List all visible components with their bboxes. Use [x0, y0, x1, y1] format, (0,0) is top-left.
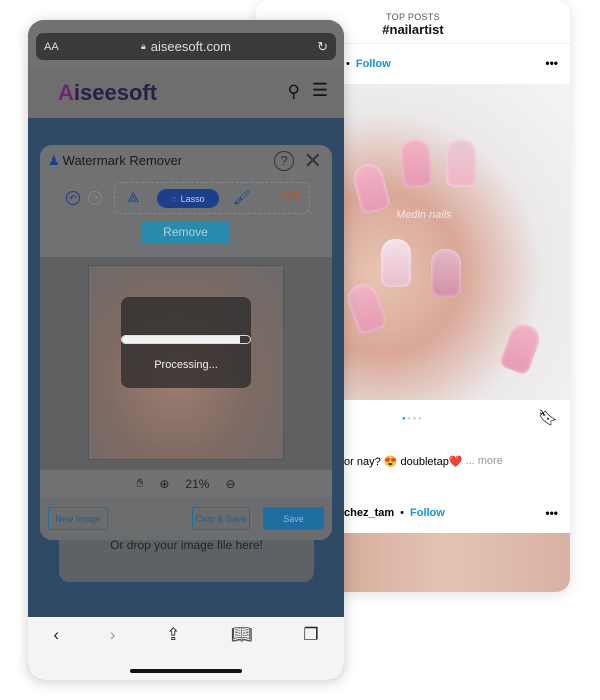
username[interactable]: chez_tam	[344, 507, 394, 519]
more-horizontal-icon[interactable]: •••	[545, 56, 558, 70]
address-bar[interactable]: AA 🔒︎ aiseesoft.com ↻	[36, 33, 336, 60]
help-icon[interactable]: ?	[274, 151, 294, 171]
search-icon[interactable]: ⚲	[288, 82, 300, 102]
back-icon[interactable]: ‹	[53, 625, 59, 680]
new-image-button[interactable]: New Image	[48, 507, 108, 530]
zoom-level: 21%	[185, 476, 210, 491]
progress-bar	[121, 335, 251, 344]
site-header: Aiseesoft ⚲ ☰	[28, 68, 344, 118]
processing-overlay: Processing...	[121, 297, 251, 388]
phone-screen: AA 🔒︎ aiseesoft.com ↻ Aiseesoft ⚲ ☰ Or d…	[28, 20, 344, 680]
polygon-lasso-icon[interactable]: ⟁	[127, 189, 140, 206]
follow-button-2[interactable]: Follow	[410, 507, 445, 519]
bookmark-icon[interactable]: 🔖︎	[538, 408, 558, 428]
dialog-title: Watermark Remover	[62, 153, 183, 168]
browser-bar: AA 🔒︎ aiseesoft.com ↻	[28, 20, 344, 68]
save-button[interactable]: Save	[263, 507, 324, 530]
redo-icon[interactable]: ↷	[88, 191, 102, 205]
more-horizontal-icon[interactable]: •••	[545, 506, 558, 520]
forward-icon[interactable]: ›	[110, 625, 116, 680]
home-indicator	[130, 669, 242, 673]
crop-save-button[interactable]: Crop & Save	[192, 507, 250, 530]
follow-button[interactable]: Follow	[356, 58, 391, 70]
close-icon[interactable]: ✕	[304, 148, 322, 174]
lock-icon: 🔒︎	[141, 41, 146, 51]
photo-watermark: Medin nails	[396, 209, 452, 221]
processing-text: Processing...	[154, 359, 218, 371]
logo[interactable]: Aiseesoft	[58, 80, 157, 106]
undo-icon[interactable]: ↶	[66, 191, 80, 205]
ig-post-header-2: chez_tam • Follow	[344, 507, 445, 519]
watermark-remover-dialog: ♟ Watermark Remover ? ✕ ↶ ↷ ⟁ ◌ Lasso 🖌︎ ⌫…	[40, 145, 332, 540]
brush-icon[interactable]: 🖌︎	[233, 189, 251, 206]
zoom-in-icon[interactable]: ⊕	[159, 477, 169, 491]
tabs-icon[interactable]: ❐	[303, 625, 318, 680]
reload-icon[interactable]: ↻	[317, 39, 328, 55]
more-link[interactable]: ... more	[466, 455, 503, 467]
zoom-out-icon[interactable]: ⊖	[225, 477, 235, 491]
dialog-footer: New Image Crop & Save Save	[40, 497, 332, 540]
lasso-button[interactable]: ◌ Lasso	[157, 189, 219, 208]
toolbar: ↶ ↷ ⟁ ◌ Lasso 🖌︎ ⌫	[62, 181, 312, 214]
url-text: aiseesoft.com	[150, 39, 231, 54]
caption: or nay? 😍 doubletap❤️... more	[344, 455, 503, 468]
image-canvas[interactable]: Processing...	[40, 257, 332, 470]
hand-icon[interactable]: ✋︎	[137, 476, 144, 491]
carousel-dots: ● ● ● ●	[402, 416, 422, 422]
watermark-icon: ♟	[48, 153, 60, 168]
ig-post-header: • Follow	[346, 58, 391, 70]
eraser-icon[interactable]: ⌫	[280, 189, 300, 206]
text-size-button[interactable]: AA	[44, 41, 59, 53]
menu-icon[interactable]: ☰	[312, 80, 328, 101]
zoom-bar: ✋︎ ⊕ 21% ⊖	[40, 470, 332, 497]
remove-button[interactable]: Remove	[141, 221, 230, 243]
